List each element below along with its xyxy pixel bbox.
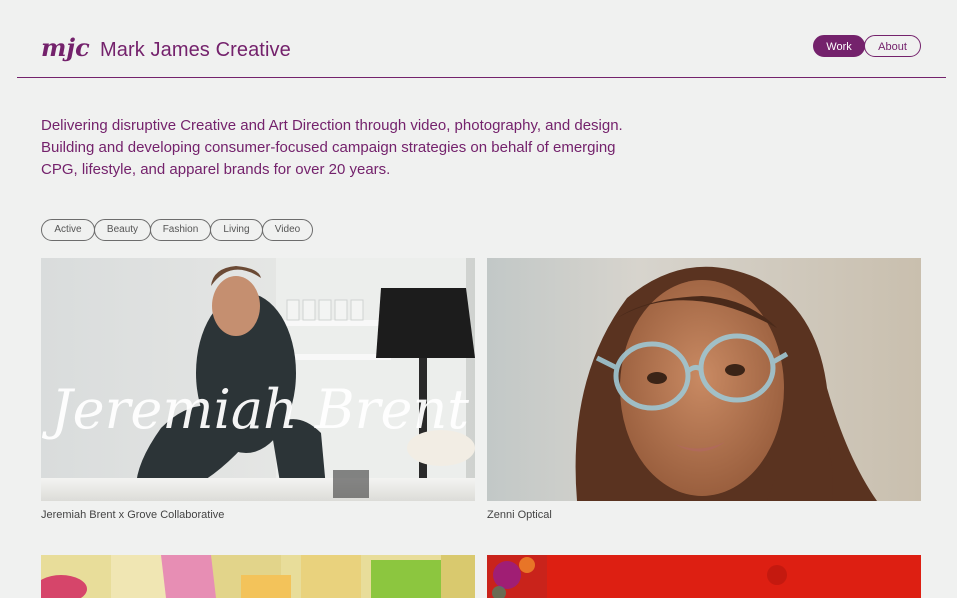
project-photo-jeremiah: Jeremiah Brent bbox=[41, 258, 475, 501]
filter-active-button[interactable]: Active bbox=[41, 219, 95, 241]
mjc-logo-icon[interactable]: mjc bbox=[41, 34, 91, 64]
project-photo-beauty-products bbox=[41, 555, 475, 598]
nav-work-button[interactable]: Work bbox=[813, 35, 865, 57]
project-image[interactable] bbox=[487, 258, 921, 501]
overlay-signature: Jeremiah Brent bbox=[41, 378, 469, 441]
project-caption[interactable]: Zenni Optical bbox=[487, 509, 552, 521]
intro-line: Building and developing consumer-focused… bbox=[41, 139, 616, 156]
project-caption[interactable]: Jeremiah Brent x Grove Collaborative bbox=[41, 509, 224, 521]
project-photo-zenni bbox=[487, 258, 921, 501]
project-image[interactable] bbox=[41, 555, 475, 598]
filter-living-button[interactable]: Living bbox=[210, 219, 263, 241]
site-header: mjc Mark James Creative Work About bbox=[0, 0, 957, 78]
project-photo-red bbox=[487, 555, 921, 598]
intro-line: CPG, lifestyle, and apparel brands for o… bbox=[41, 161, 391, 178]
brand-name[interactable]: Mark James Creative bbox=[100, 39, 291, 62]
filter-beauty-button[interactable]: Beauty bbox=[94, 219, 151, 241]
project-image[interactable]: Jeremiah Brent bbox=[41, 258, 475, 501]
project-card[interactable] bbox=[41, 555, 475, 598]
project-card[interactable]: Jeremiah Brent Jeremiah Brent x Grove Co… bbox=[41, 258, 475, 528]
svg-text:mjc: mjc bbox=[41, 34, 90, 62]
project-image[interactable] bbox=[487, 555, 921, 598]
project-card[interactable] bbox=[487, 555, 921, 598]
header-divider bbox=[17, 77, 946, 78]
nav-about-button[interactable]: About bbox=[864, 35, 921, 57]
filter-fashion-button[interactable]: Fashion bbox=[150, 219, 211, 241]
intro-line: Delivering disruptive Creative and Art D… bbox=[41, 117, 623, 134]
intro-text: Delivering disruptive Creative and Art D… bbox=[41, 115, 661, 181]
filter-video-button[interactable]: Video bbox=[262, 219, 313, 241]
project-card[interactable]: Zenni Optical bbox=[487, 258, 921, 528]
